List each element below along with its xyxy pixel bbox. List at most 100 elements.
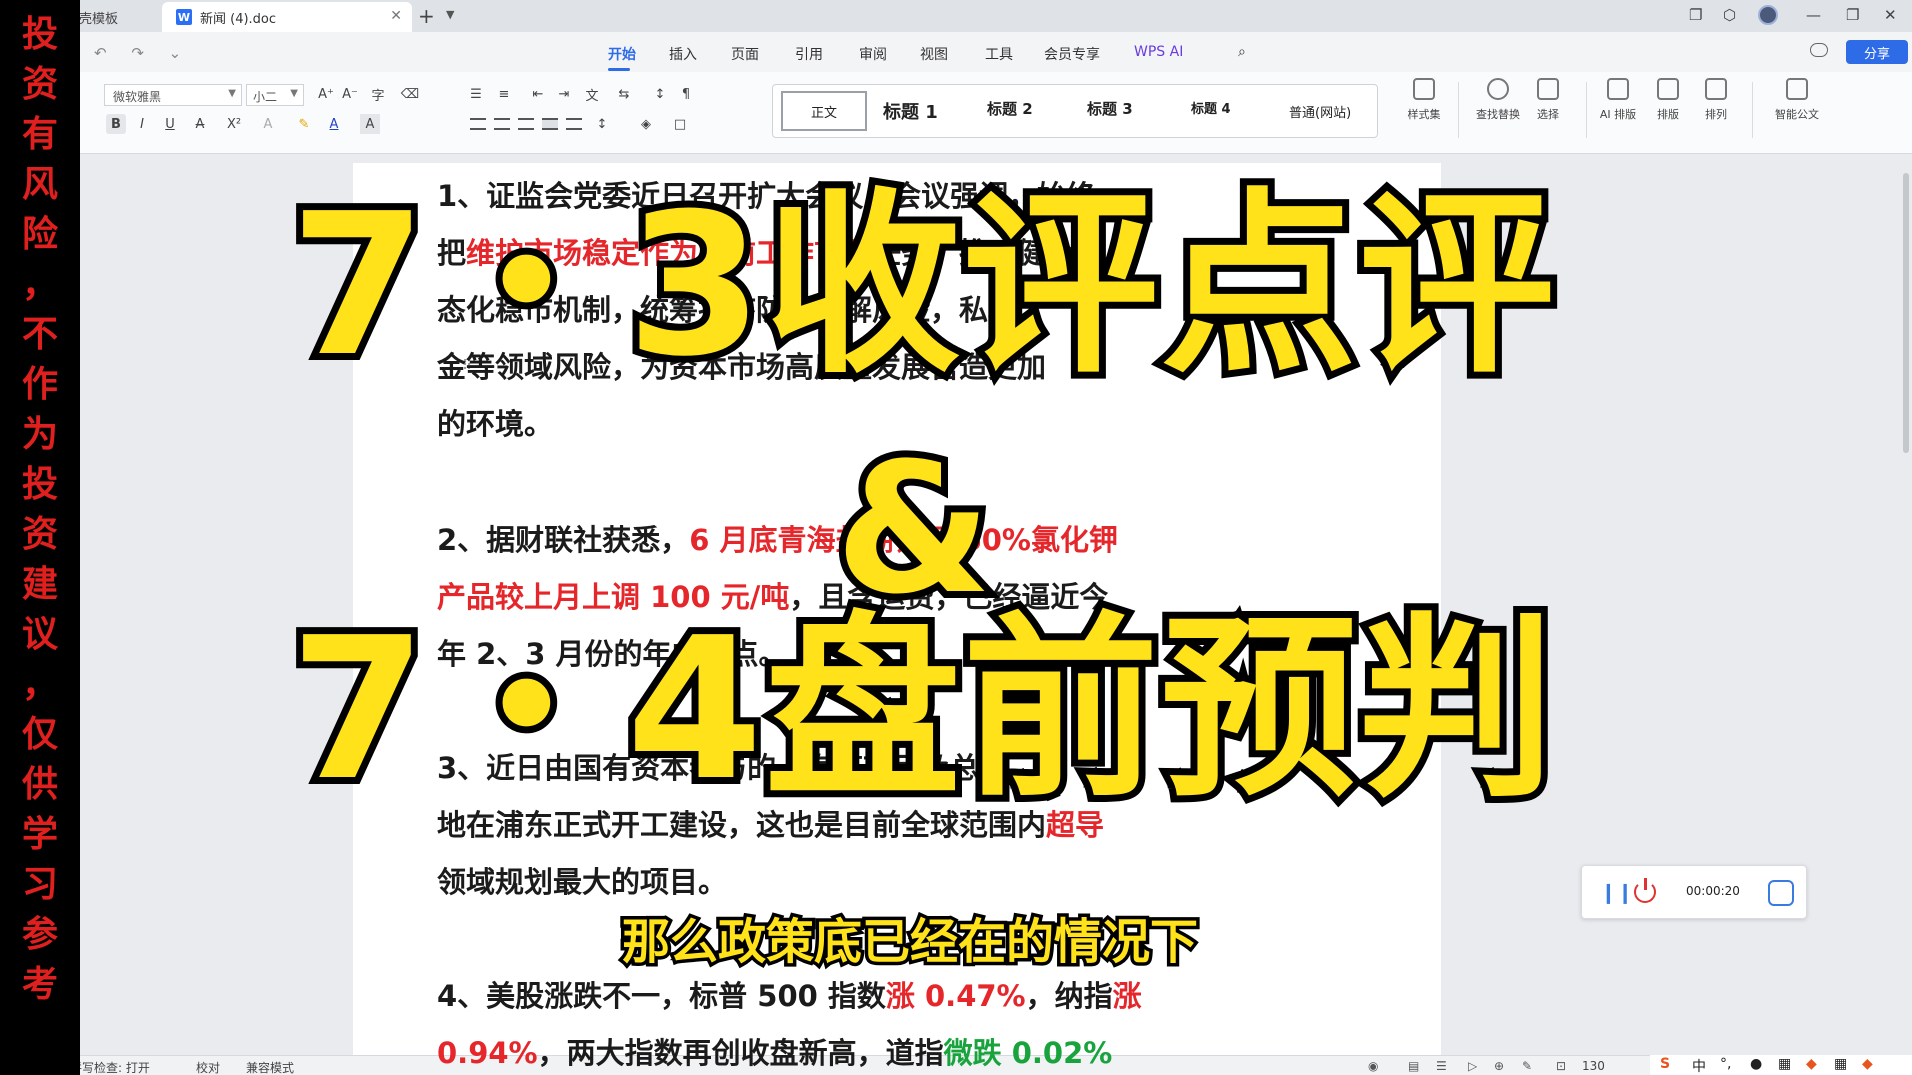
play-icon[interactable]: ▷ <box>1468 1059 1477 1073</box>
border-icon[interactable]: □ <box>670 114 690 134</box>
menu-references[interactable]: 引用 <box>795 44 823 64</box>
smart-doc-button[interactable]: 智能公文 <box>1762 78 1832 122</box>
menu-wps-ai[interactable]: WPS AI <box>1134 44 1183 60</box>
mascot-icon[interactable]: ◆ <box>1806 1056 1817 1072</box>
show-marks-icon[interactable]: ¶ <box>676 84 696 104</box>
keyboard-icon[interactable]: ▦ <box>1778 1056 1791 1072</box>
shrink-font-icon[interactable]: A⁻ <box>340 84 360 104</box>
arrange-button[interactable]: 排列 <box>1688 78 1744 122</box>
eye-icon[interactable]: ◉ <box>1368 1059 1378 1073</box>
risk-warning-char: 学 <box>21 814 58 855</box>
tab-document-label: 新闻 (4).doc <box>200 11 277 27</box>
font-family-select[interactable]: 微软雅黑 ▼ <box>104 84 242 106</box>
chinese-layout-icon[interactable]: 文 <box>582 84 602 104</box>
find-replace-label: 查找替换 <box>1476 108 1520 121</box>
home-icon[interactable] <box>1768 880 1794 906</box>
grow-font-icon[interactable]: A⁺ <box>316 84 336 104</box>
style-heading-2[interactable]: 标题 2 <box>987 98 1033 119</box>
search-icon[interactable]: ⌕ <box>1238 44 1246 60</box>
skin-icon[interactable]: ◆ <box>1862 1056 1873 1072</box>
avatar[interactable] <box>1758 5 1778 25</box>
menu-tools[interactable]: 工具 <box>985 44 1013 64</box>
close-tab-icon[interactable]: ✕ <box>390 8 402 24</box>
style-heading-3[interactable]: 标题 3 <box>1087 98 1133 119</box>
numbered-list-icon[interactable]: ≡ <box>494 84 514 104</box>
select-button[interactable]: 选择 <box>1520 78 1576 122</box>
text-effect-button[interactable]: A <box>258 114 278 134</box>
proofread-button[interactable]: 校对 <box>196 1059 220 1075</box>
minimize-button[interactable]: — <box>1806 6 1821 24</box>
shading-icon[interactable]: ◈ <box>636 114 656 134</box>
web-view-icon[interactable]: ⊕ <box>1494 1059 1504 1073</box>
pen-icon[interactable]: ✎ <box>1522 1059 1532 1073</box>
ai-layout-button[interactable]: AI 排版 <box>1590 78 1646 122</box>
microphone-icon[interactable]: ● <box>1750 1056 1762 1072</box>
menu-member[interactable]: 会员专享 <box>1044 44 1100 64</box>
style-set-label: 样式集 <box>1407 108 1441 121</box>
align-left-icon[interactable] <box>470 118 486 130</box>
zoom-level[interactable]: 130 <box>1582 1059 1605 1073</box>
tab-templates[interactable]: 稻壳模板 <box>80 2 158 32</box>
style-normal[interactable]: 正文 <box>781 91 867 131</box>
risk-warning-char: ， <box>21 664 58 705</box>
risk-warning-char: 参 <box>21 914 58 955</box>
underline-button[interactable]: U <box>160 114 180 134</box>
scrollbar-thumb[interactable] <box>1903 173 1909 453</box>
eraser-icon[interactable]: ⌫ <box>400 84 420 104</box>
align-right-icon[interactable] <box>518 118 534 130</box>
menu-review[interactable]: 审阅 <box>859 44 887 64</box>
sort-icon[interactable]: ↕ <box>650 84 670 104</box>
new-tab-button[interactable]: + <box>418 4 435 28</box>
page-view-icon[interactable]: ▤ <box>1408 1059 1419 1073</box>
fit-page-icon[interactable]: ⊡ <box>1556 1059 1566 1073</box>
ai-layout-icon <box>1607 78 1629 100</box>
font-size-select[interactable]: 小二 ▼ <box>246 84 304 106</box>
menu-view[interactable]: 视图 <box>920 44 948 64</box>
tab-document[interactable]: W 新闻 (4).doc ✕ <box>162 2 412 32</box>
superscript-button[interactable]: X² <box>224 114 244 134</box>
highlight-button[interactable]: ✎ <box>294 114 314 134</box>
grid-icon[interactable]: ▦ <box>1834 1056 1847 1072</box>
undo-redo-group[interactable]: ↶ ↷ ⌄ <box>94 44 191 62</box>
risk-warning-char: 为 <box>21 414 58 455</box>
strikethrough-button[interactable]: A <box>190 114 210 134</box>
close-window-button[interactable]: ✕ <box>1884 6 1897 24</box>
increase-indent-icon[interactable]: ⇥ <box>554 84 574 104</box>
style-heading-1[interactable]: 标题 1 <box>883 98 938 124</box>
font-family-value: 微软雅黑 <box>113 90 162 104</box>
find-replace-button[interactable]: 查找替换 <box>1470 78 1526 122</box>
vertical-scrollbar[interactable] <box>1902 155 1910 1055</box>
ime-punct-label[interactable]: °, <box>1720 1056 1731 1072</box>
align-center-icon[interactable] <box>494 118 510 130</box>
style-set-button[interactable]: 样式集 <box>1396 78 1452 122</box>
outline-view-icon[interactable]: ☰ <box>1436 1059 1447 1073</box>
justify-icon[interactable] <box>542 118 558 130</box>
screen-recorder-widget: ❙❙ 00:00:20 <box>1581 865 1807 919</box>
menu-home[interactable]: 开始 <box>608 44 636 64</box>
decrease-indent-icon[interactable]: ⇤ <box>528 84 548 104</box>
maximize-button[interactable]: ❐ <box>1846 6 1859 24</box>
pause-icon[interactable]: ❙❙ <box>1600 880 1634 904</box>
sogou-ime-icon[interactable]: S <box>1660 1056 1670 1072</box>
distribute-icon[interactable] <box>566 118 582 130</box>
style-heading-4[interactable]: 标题 4 <box>1191 98 1231 117</box>
cube-icon[interactable]: ⬡ <box>1723 6 1736 24</box>
cloud-sync-icon[interactable] <box>1810 43 1828 57</box>
line-spacing-icon[interactable]: ↕ <box>592 114 612 134</box>
share-button[interactable]: 分享 <box>1846 40 1908 64</box>
italic-button[interactable]: I <box>132 114 152 134</box>
style-web[interactable]: 普通(网站) <box>1289 102 1351 121</box>
ime-mode-label[interactable]: 中 <box>1692 1056 1706 1075</box>
restore-tabs-icon[interactable]: ❐ <box>1689 6 1702 24</box>
phonetic-icon[interactable]: 字 <box>368 84 388 104</box>
chevron-down-icon[interactable]: ▼ <box>446 8 454 21</box>
bold-button[interactable]: B <box>106 114 126 134</box>
font-color-button[interactable]: A <box>324 114 344 134</box>
char-shading-button[interactable]: A <box>360 114 380 134</box>
spellcheck-status[interactable]: 拼写检查: 打开 <box>80 1059 150 1075</box>
text-direction-icon[interactable]: ⇆ <box>614 84 634 104</box>
menu-page[interactable]: 页面 <box>731 44 759 64</box>
menu-insert[interactable]: 插入 <box>669 44 697 64</box>
bullet-list-icon[interactable]: ☰ <box>466 84 486 104</box>
divider <box>1752 82 1753 138</box>
